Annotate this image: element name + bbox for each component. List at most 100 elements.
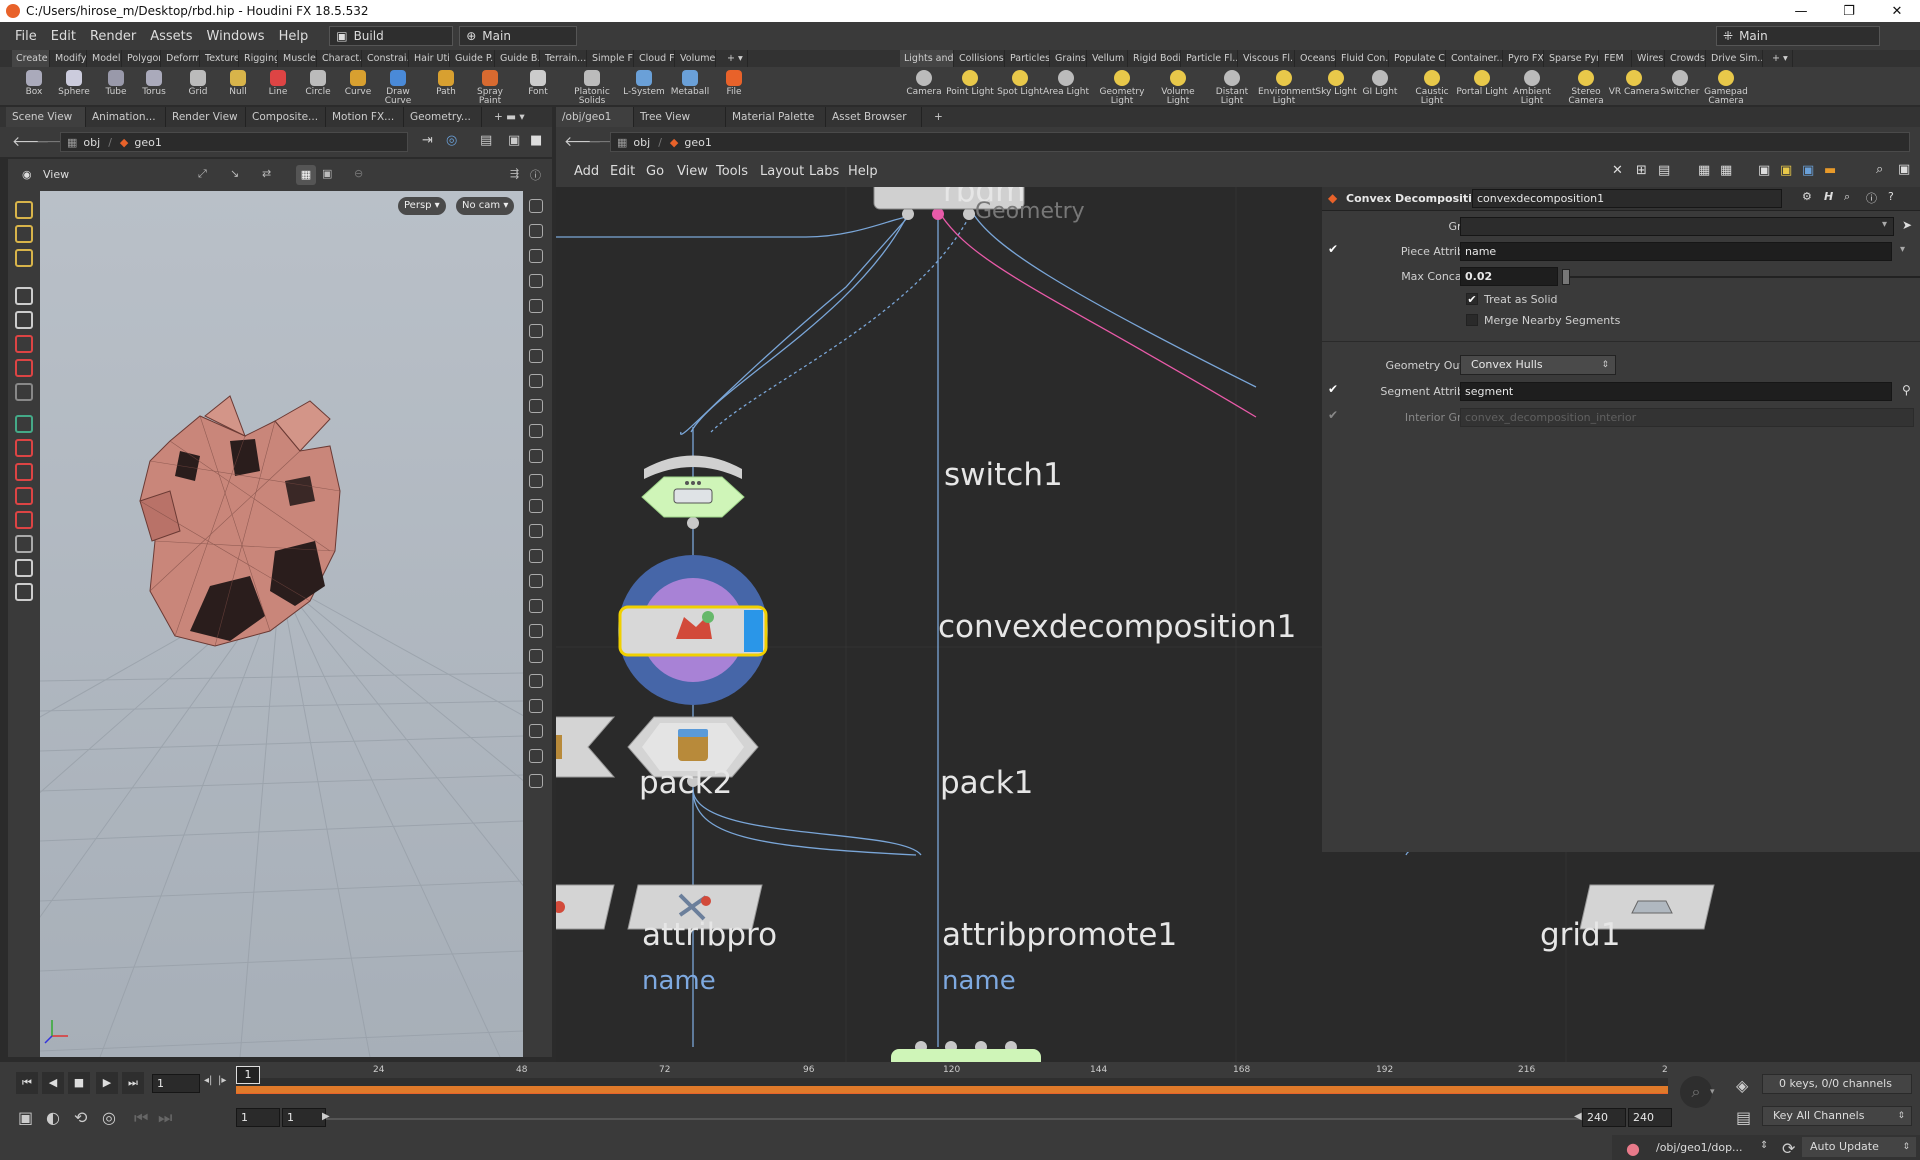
- display-tool-19-icon[interactable]: [529, 674, 543, 688]
- shelf-tab-15[interactable]: Cloud FX: [635, 50, 675, 67]
- group-field[interactable]: [1460, 217, 1894, 236]
- stop-button[interactable]: ■: [68, 1072, 90, 1094]
- viewer-tool-15-icon[interactable]: [15, 583, 33, 601]
- path-obj[interactable]: obj: [83, 136, 100, 149]
- viewer-tool-5-icon[interactable]: [15, 335, 33, 353]
- handle-icon[interactable]: ⤢: [198, 167, 207, 181]
- select-arrow-icon[interactable]: ➤: [1902, 218, 1912, 232]
- menu-help[interactable]: Help: [272, 29, 316, 44]
- shelf-tab-right-15[interactable]: Wires: [1633, 50, 1665, 67]
- shelf-tab-right-11[interactable]: Container...: [1447, 50, 1503, 67]
- keys-channels-dropdown[interactable]: 0 keys, 0/0 channels: [1762, 1074, 1912, 1094]
- display-tool-5-icon[interactable]: [529, 324, 543, 338]
- play-reverse-button[interactable]: ◀: [42, 1072, 64, 1094]
- left-tab-3[interactable]: Composite...: [246, 107, 326, 127]
- net-menu-go[interactable]: Go: [646, 164, 664, 179]
- left-tab-5[interactable]: Geometry...: [404, 107, 482, 127]
- right-desktop-dropdown[interactable]: ⁜ Main: [1716, 26, 1880, 46]
- merge-nearby-checkbox[interactable]: [1466, 314, 1478, 326]
- tool-null[interactable]: Null: [216, 67, 260, 105]
- record-icon[interactable]: ⊖: [354, 167, 363, 180]
- shelf-tab-0[interactable]: Create: [12, 50, 50, 67]
- refresh-icon[interactable]: ⟳: [1782, 1139, 1795, 1158]
- maximize-button[interactable]: ❐: [1826, 0, 1872, 22]
- tool-ambient-light[interactable]: Ambient Light: [1506, 67, 1558, 106]
- link-icon[interactable]: ◎: [446, 133, 457, 148]
- net-menu-layout[interactable]: Layout: [760, 164, 804, 179]
- viewer-tool-14-icon[interactable]: [15, 559, 33, 577]
- viewer-tool-11-icon[interactable]: [15, 487, 33, 505]
- shelf-tab-right-10[interactable]: Populate C...: [1390, 50, 1446, 67]
- next-key-icon[interactable]: ⏭: [158, 1108, 172, 1128]
- end-frame-field-2[interactable]: 240: [1628, 1108, 1672, 1127]
- treat-solid-checkbox[interactable]: ✔: [1466, 293, 1478, 305]
- box-icon[interactable]: ▬: [1824, 163, 1836, 178]
- piece-attr-field[interactable]: name: [1460, 242, 1892, 261]
- viewer-tool-9-icon[interactable]: [15, 439, 33, 457]
- path-obj[interactable]: obj: [633, 136, 650, 149]
- menu-render[interactable]: Render: [83, 29, 143, 44]
- tool-circle[interactable]: Circle: [296, 67, 340, 105]
- shelf-tab-6[interactable]: Rigging: [240, 50, 278, 67]
- prev-key-icon[interactable]: ⏮: [134, 1108, 148, 1128]
- shelf-tab-right-16[interactable]: Crowds: [1666, 50, 1706, 67]
- tree-icon[interactable]: ⊞: [1636, 163, 1647, 178]
- range-slider-track[interactable]: [326, 1118, 1580, 1120]
- shelf-tab-right-5[interactable]: Rigid Bodies: [1129, 50, 1181, 67]
- display-tool-17-icon[interactable]: [529, 624, 543, 638]
- left-tab-4[interactable]: Motion FX...: [326, 107, 404, 127]
- display-tool-9-icon[interactable]: [529, 424, 543, 438]
- display-tool-4-icon[interactable]: [529, 299, 543, 313]
- start-frame-field-2[interactable]: 1: [282, 1108, 326, 1127]
- tool-spot-light[interactable]: Spot Light: [994, 67, 1046, 105]
- tool-spray-paint[interactable]: Spray Paint: [468, 67, 512, 106]
- shelf-tab-7[interactable]: Muscles: [279, 50, 317, 67]
- viewport-layout-icon[interactable]: ■: [530, 133, 542, 148]
- loop-icon[interactable]: ⟲: [74, 1108, 87, 1127]
- tool-l-system[interactable]: L-System: [622, 67, 666, 105]
- left-tab-1[interactable]: Animation...: [86, 107, 166, 127]
- path-geo1[interactable]: geo1: [134, 136, 161, 149]
- shelf-tab-right-6[interactable]: Particle Fl...: [1182, 50, 1238, 67]
- max-concavity-slider-track[interactable]: [1566, 276, 1920, 278]
- gear-icon[interactable]: ⚙: [1802, 190, 1812, 203]
- camera-menu[interactable]: No cam ▾: [456, 197, 515, 215]
- jump-start-button[interactable]: ⏮: [16, 1072, 38, 1094]
- tool-sphere[interactable]: Sphere: [52, 67, 96, 105]
- display-tool-21-icon[interactable]: [529, 724, 543, 738]
- start-frame-field[interactable]: 1: [236, 1108, 280, 1127]
- search-icon[interactable]: ⌕: [1844, 190, 1850, 204]
- tool-geometry-light[interactable]: Geometry Light: [1096, 67, 1148, 106]
- shelf-add-tab-icon[interactable]: + ▾: [723, 50, 748, 67]
- viewer-tool-8-icon[interactable]: [15, 415, 33, 433]
- hda-icon[interactable]: H: [1824, 190, 1833, 203]
- display-tool-12-icon[interactable]: [529, 499, 543, 513]
- tool-environment-light[interactable]: Environment Light: [1258, 67, 1315, 106]
- key-channels-icon[interactable]: ▤: [1736, 1108, 1751, 1127]
- shelf-tab-10[interactable]: Hair Utils: [410, 50, 450, 67]
- search-icon[interactable]: ⌕: [1876, 162, 1883, 177]
- display-tool-0-icon[interactable]: [529, 199, 543, 213]
- brain-icon[interactable]: ●: [1626, 1139, 1640, 1158]
- pin-icon[interactable]: ⇥: [422, 133, 433, 148]
- tool-line[interactable]: Line: [256, 67, 300, 105]
- net-menu-tools[interactable]: Tools: [716, 164, 748, 179]
- interior-group-field[interactable]: convex_decomposition_interior: [1460, 408, 1914, 427]
- perspective-menu[interactable]: Persp ▾: [398, 197, 446, 215]
- range-start-handle-icon[interactable]: ▶: [322, 1111, 330, 1122]
- tool-portal-light[interactable]: Portal Light: [1456, 67, 1508, 105]
- visualize-icon[interactable]: ▣: [322, 167, 332, 180]
- desktop-dropdown[interactable]: ▣ Build: [329, 26, 454, 46]
- tool-box[interactable]: Box: [12, 67, 56, 105]
- viewer-tool-13-icon[interactable]: [15, 535, 33, 553]
- piece-attr-enable-check[interactable]: ✔: [1328, 242, 1338, 256]
- palette-icon[interactable]: ▣: [1758, 163, 1770, 178]
- shelf-tab-right-3[interactable]: Grains: [1051, 50, 1087, 67]
- magnifier-dropdown-icon[interactable]: ▾: [1710, 1087, 1715, 1097]
- panel-icon[interactable]: ▣: [1898, 162, 1910, 177]
- menu-windows[interactable]: Windows: [200, 29, 272, 44]
- group-dropdown-icon[interactable]: ▾: [1882, 219, 1887, 230]
- auto-update-dropdown[interactable]: Auto Update ⇕: [1802, 1137, 1916, 1157]
- realtime-icon[interactable]: ▣: [18, 1108, 33, 1127]
- net-menu-edit[interactable]: Edit: [610, 164, 635, 179]
